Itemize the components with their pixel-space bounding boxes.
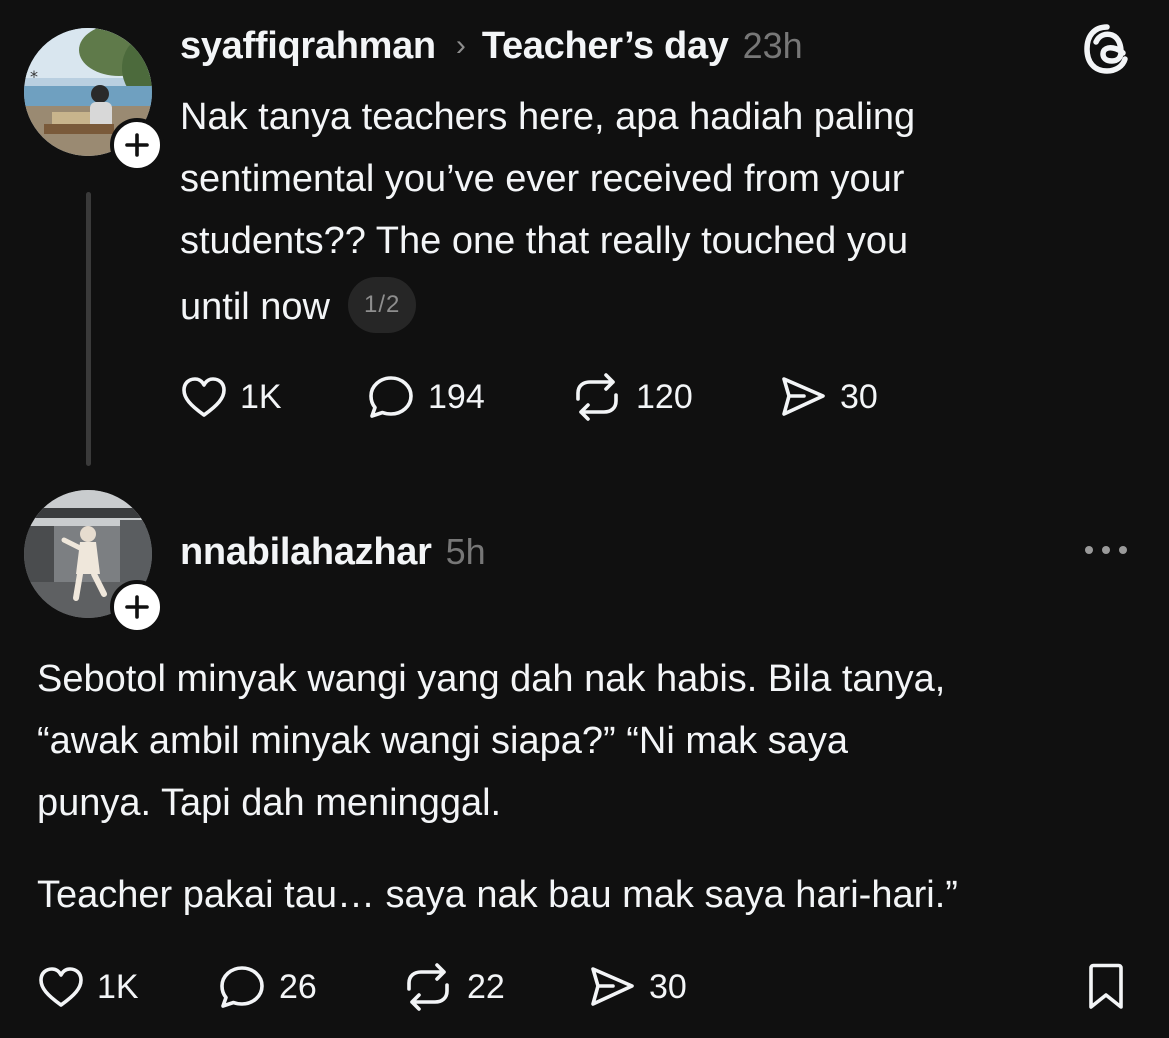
post-header: syaffiqrahman › Teacher’s day 23h [180, 22, 803, 70]
reply-text-line: “awak ambil minyak wangi siapa?” “Ni mak… [37, 720, 848, 762]
follow-button[interactable] [110, 118, 164, 172]
post-text: Nak tanya teachers here, apa hadiah pali… [180, 86, 915, 338]
share-button[interactable]: 30 [778, 374, 878, 420]
like-button[interactable]: 1K [37, 965, 217, 1009]
post-text-line: students?? The one that really touched y… [180, 220, 909, 262]
heart-icon [39, 967, 83, 1007]
threads-logo[interactable] [1080, 22, 1134, 76]
like-count: 1K [97, 967, 139, 1006]
reply-text-line: punya. Tapi dah meninggal. [37, 782, 502, 824]
post-text-line: sentimental you’ve ever received from yo… [180, 158, 905, 200]
dot [1119, 546, 1127, 554]
like-count: 1K [240, 377, 282, 416]
topic-tag[interactable]: Teacher’s day [482, 25, 729, 68]
repost-icon [576, 373, 618, 421]
repost-button[interactable]: 120 [570, 373, 778, 421]
thread-connector-line [86, 192, 91, 466]
more-icon[interactable] [1085, 546, 1127, 554]
reply-actions: 1K 26 22 30 [37, 963, 687, 1011]
reply-text-paragraph: Teacher pakai tau… saya nak bau mak saya… [37, 874, 958, 916]
page-indicator[interactable]: 1/2 [347, 276, 417, 333]
dot [1102, 546, 1110, 554]
post-time: 23h [742, 25, 803, 66]
dot [1085, 546, 1093, 554]
follow-button[interactable] [110, 580, 164, 634]
repost-button[interactable]: 22 [401, 963, 587, 1011]
share-button[interactable]: 30 [587, 964, 687, 1010]
share-count: 30 [840, 377, 878, 416]
post-text-line: until now 1/2 [180, 276, 915, 338]
like-button[interactable]: 1K [180, 375, 366, 419]
username[interactable]: nnabilahazhar [180, 531, 432, 574]
reply-text: Sebotol minyak wangi yang dah nak habis.… [37, 648, 945, 834]
post-actions: 1K 194 120 30 [180, 373, 878, 421]
post-text-last: until now [180, 286, 330, 328]
share-icon [591, 967, 634, 1006]
reply-text-line: Sebotol minyak wangi yang dah nak habis.… [37, 658, 946, 700]
comment-icon [220, 966, 264, 1008]
reply-header: nnabilahazhar 5h [180, 528, 486, 576]
plus-icon [125, 595, 149, 619]
repost-count: 22 [467, 967, 505, 1006]
svg-text:*: * [30, 67, 38, 86]
heart-icon [182, 377, 226, 417]
comment-count: 26 [279, 967, 317, 1006]
post-text-line: Nak tanya teachers here, apa hadiah pali… [180, 96, 916, 138]
comment-button[interactable]: 194 [366, 374, 570, 420]
comment-button[interactable]: 26 [217, 964, 401, 1010]
share-count: 30 [649, 967, 687, 1006]
bookmark-icon[interactable] [1084, 962, 1128, 1012]
comment-icon [369, 376, 413, 418]
comment-count: 194 [428, 377, 485, 416]
reply-time: 5h [445, 531, 486, 572]
username[interactable]: syaffiqrahman [180, 25, 436, 68]
repost-icon [407, 963, 449, 1011]
plus-icon [125, 133, 149, 157]
repost-count: 120 [636, 377, 693, 416]
chevron-right-icon: › [455, 29, 466, 62]
share-icon [782, 377, 825, 416]
